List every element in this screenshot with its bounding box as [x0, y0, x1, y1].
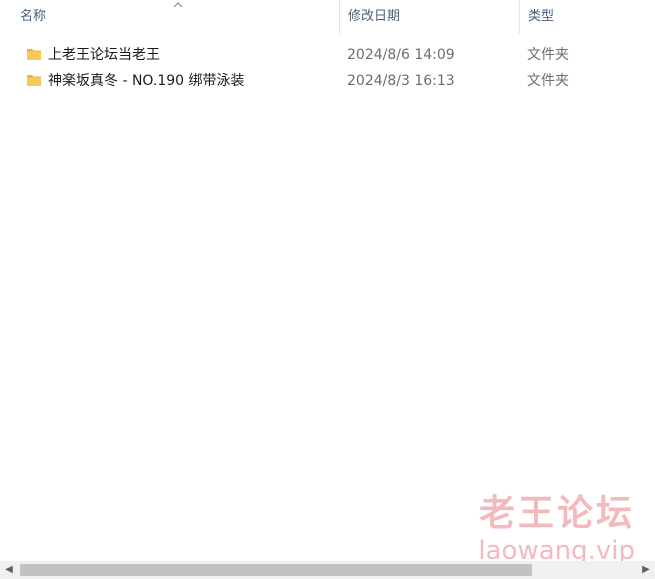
- scroll-right-arrow-icon[interactable]: ▶: [637, 561, 655, 579]
- file-type: 文件夹: [527, 73, 569, 89]
- file-row[interactable]: 上老王论坛当老王 2024/8/6 14:09 文件夹: [14, 42, 655, 68]
- file-name: 上老王论坛当老王: [48, 47, 160, 63]
- column-header-type[interactable]: 类型: [520, 0, 655, 34]
- watermark-title: 老王论坛: [478, 493, 635, 534]
- file-type: 文件夹: [527, 47, 569, 63]
- file-explorer-window: 名称 修改日期 类型 上老王论坛当老王 2024/8/6 14:09 文件夹 神…: [0, 0, 655, 579]
- scrollbar-thumb[interactable]: [20, 564, 532, 576]
- watermark: 老王论坛 laowang.vip: [478, 492, 635, 566]
- file-row[interactable]: 神楽坂真冬 - NO.190 绑带泳装 2024/8/3 16:13 文件夹: [14, 68, 655, 94]
- scroll-left-arrow-icon[interactable]: ◀: [0, 561, 18, 579]
- file-date-modified: 2024/8/3 16:13: [347, 73, 455, 89]
- column-header-name[interactable]: 名称: [14, 0, 340, 34]
- file-name: 神楽坂真冬 - NO.190 绑带泳装: [48, 73, 245, 89]
- folder-icon: [27, 75, 41, 86]
- horizontal-scrollbar[interactable]: ◀ ▶: [0, 561, 655, 579]
- file-date-modified: 2024/8/6 14:09: [347, 47, 455, 63]
- column-header-date-modified[interactable]: 修改日期: [340, 0, 520, 34]
- folder-icon: [27, 49, 41, 60]
- column-header-bar: 名称 修改日期 类型: [0, 0, 655, 35]
